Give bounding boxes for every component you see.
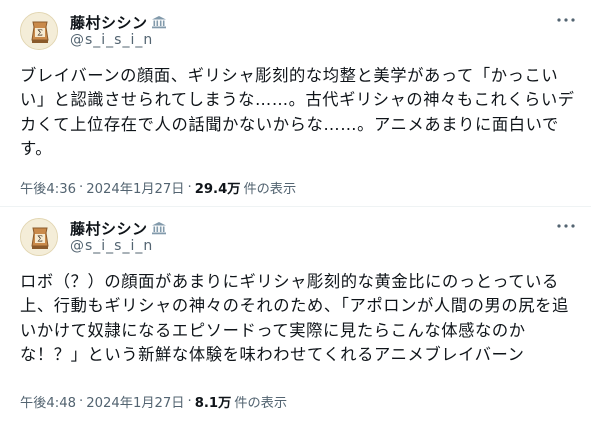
author-display-name[interactable]: 藤村シシン — [70, 12, 148, 33]
tweet[interactable]: Σ 藤村シシン @s_i_s_i_n ロボ（？）の顔面があまりにギリシャ彫刻的な… — [0, 206, 591, 427]
more-horizontal-icon — [557, 18, 575, 22]
tweet-text: ブレイバーンの顔面、ギリシャ彫刻的な均整と美学があって「かっこい い」と認識させ… — [20, 64, 575, 161]
tweet-text-line: す。 — [20, 138, 53, 158]
more-button[interactable] — [555, 12, 577, 28]
views-count[interactable]: 8.1万 — [195, 392, 232, 411]
tweet-meta: 午後4:36 · 2024年1月27日 · 29.4万 件の表示 — [20, 178, 296, 197]
tweet-time[interactable]: 午後4:36 — [20, 178, 76, 197]
tweet-time[interactable]: 午後4:48 — [20, 392, 76, 411]
meta-separator: · — [187, 394, 192, 409]
tweet-text-line: な！？」という新鮮な体験を味わわせてくれるアニメブレイバーン — [20, 344, 525, 364]
views-count[interactable]: 29.4万 — [195, 178, 241, 197]
tweet-text-line: いかけて奴隷になるエピソードって実際に見たらこんな体感なのか — [20, 320, 526, 340]
meta-separator: · — [187, 180, 192, 195]
more-horizontal-icon — [557, 224, 575, 228]
tweet-text-line: カくて上位存在で人の話聞かないからな……。アニメあまりに面白いで — [20, 114, 559, 134]
author-handle[interactable]: @s_i_s_i_n — [70, 32, 153, 48]
tweet[interactable]: Σ 藤村シシン @s_i_s_i_n ブレイバーンの顔面、ギリシャ彫刻的な均整と… — [0, 0, 591, 206]
author-display-name[interactable]: 藤村シシン — [70, 218, 148, 239]
views-label: 件の表示 — [243, 182, 297, 197]
tweet-text-line: 上、行動もギリシャの神々のそれのため、「アポロンが人間の男の尻を追 — [20, 296, 569, 316]
tweet-text-line: ブレイバーンの顔面、ギリシャ彫刻的な均整と美学があって「かっこい — [20, 66, 559, 85]
views-label: 件の表示 — [234, 396, 288, 411]
museum-icon — [151, 15, 167, 29]
author-name-row: 藤村シシン — [70, 12, 167, 32]
tweet-text-line: ロボ（？）の顔面があまりにギリシャ彫刻的な黄金比にのっとっている — [20, 272, 559, 291]
tweet-date[interactable]: 2024年1月27日 — [86, 392, 184, 411]
author-handle[interactable]: @s_i_s_i_n — [70, 238, 153, 254]
meta-separator: · — [79, 180, 84, 195]
meta-separator: · — [79, 394, 84, 409]
tweet-text: ロボ（？）の顔面があまりにギリシャ彫刻的な黄金比にのっとっている 上、行動もギリ… — [20, 270, 575, 367]
avatar[interactable]: Σ — [20, 218, 58, 256]
more-button[interactable] — [555, 218, 577, 234]
tweet-meta: 午後4:48 · 2024年1月27日 · 8.1万 件の表示 — [20, 392, 287, 411]
museum-icon — [151, 221, 167, 235]
svg-text:Σ: Σ — [37, 235, 43, 244]
lamp-avatar-icon: Σ — [21, 219, 57, 255]
tweet-date[interactable]: 2024年1月27日 — [86, 178, 184, 197]
lamp-avatar-icon: Σ — [21, 13, 57, 49]
avatar[interactable]: Σ — [20, 12, 58, 50]
author-name-row: 藤村シシン — [70, 218, 167, 238]
svg-text:Σ: Σ — [37, 29, 43, 38]
tweet-text-line: い」と認識させられてしまうな……。古代ギリシャの神々もこれくらいデ — [20, 90, 575, 110]
